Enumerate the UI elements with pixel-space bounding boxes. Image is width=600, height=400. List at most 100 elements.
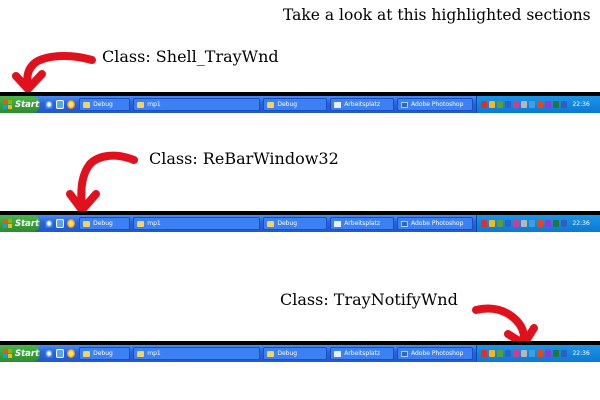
photoshop-icon	[401, 101, 408, 108]
taskbar-shell-traywnd: Start Debug mp1 Debug Arbeitsplatz Adobe…	[0, 92, 600, 113]
quick-launch	[45, 100, 76, 109]
task-button-mp1[interactable]: mp1	[133, 347, 261, 360]
quick-launch	[45, 219, 76, 228]
tray-app-icon[interactable]	[529, 220, 536, 227]
task-button-adobe-photoshop[interactable]: Adobe Photoshop	[397, 98, 474, 111]
internet-explorer-icon[interactable]	[45, 349, 54, 358]
task-button-mp1[interactable]: mp1	[133, 217, 261, 230]
internet-explorer-icon[interactable]	[45, 219, 54, 228]
computer-icon	[334, 101, 342, 108]
show-desktop-icon[interactable]	[56, 219, 65, 228]
tray-clock[interactable]: 22:36	[572, 350, 589, 357]
photoshop-icon	[401, 350, 408, 357]
tray-clock[interactable]: 22:36	[572, 220, 589, 227]
tray-app-icon[interactable]	[545, 101, 552, 108]
folder-icon	[267, 220, 275, 227]
caption-traynotifywnd: Class: TrayNotifyWnd	[280, 290, 458, 309]
computer-icon	[334, 220, 342, 227]
tray-app-icon[interactable]	[521, 220, 528, 227]
tray-app-icon[interactable]	[529, 101, 536, 108]
folder-icon	[83, 220, 91, 227]
system-tray: 22:36	[476, 345, 600, 362]
tray-app-icon[interactable]	[545, 220, 552, 227]
tray-app-icon[interactable]	[545, 350, 552, 357]
tray-app-icon[interactable]	[505, 220, 512, 227]
task-button-debug[interactable]: Debug	[79, 347, 131, 360]
taskbar-traynotifywnd: Start Debug mp1 Debug Arbeitsplatz Adobe…	[0, 341, 600, 362]
show-desktop-icon[interactable]	[56, 349, 65, 358]
tray-app-icon[interactable]	[497, 101, 504, 108]
tray-app-icon[interactable]	[553, 350, 560, 357]
tray-app-icon[interactable]	[489, 220, 496, 227]
tray-app-icon[interactable]	[481, 350, 488, 357]
start-button[interactable]: Start	[0, 215, 41, 232]
windows-logo-icon	[3, 349, 12, 358]
show-desktop-icon[interactable]	[56, 100, 65, 109]
tray-app-icon[interactable]	[505, 101, 512, 108]
red-arrow-2	[66, 151, 138, 214]
system-tray: 22:36	[476, 96, 600, 113]
task-button-debug[interactable]: Debug	[79, 98, 131, 111]
start-button[interactable]: Start	[0, 96, 41, 113]
tray-app-icon[interactable]	[489, 350, 496, 357]
tray-app-icon[interactable]	[521, 350, 528, 357]
folder-icon	[83, 350, 91, 357]
tray-app-icon[interactable]	[553, 101, 560, 108]
tray-app-icon[interactable]	[561, 101, 568, 108]
folder-icon	[83, 101, 91, 108]
photoshop-icon	[401, 220, 408, 227]
tray-app-icon[interactable]	[561, 350, 568, 357]
tray-app-icon[interactable]	[537, 101, 544, 108]
tray-app-icon[interactable]	[513, 350, 520, 357]
tray-app-icon[interactable]	[537, 220, 544, 227]
task-button-debug-2[interactable]: Debug	[263, 347, 328, 360]
caption-rebarwindow32: Class: ReBarWindow32	[149, 149, 339, 168]
windows-logo-icon	[3, 100, 12, 109]
windows-logo-icon	[3, 219, 12, 228]
task-button-debug-2[interactable]: Debug	[263, 98, 328, 111]
taskbar-rebarwindow32: Start Debug mp1 Debug Arbeitsplatz Adobe…	[0, 211, 600, 232]
media-player-icon[interactable]	[67, 100, 76, 109]
system-tray: 22:36	[476, 215, 600, 232]
task-button-arbeitsplatz[interactable]: Arbeitsplatz	[330, 217, 394, 230]
tray-app-icon[interactable]	[513, 101, 520, 108]
tray-app-icon[interactable]	[497, 350, 504, 357]
tray-app-icon[interactable]	[513, 220, 520, 227]
tray-app-icon[interactable]	[537, 350, 544, 357]
start-label: Start	[15, 348, 40, 359]
caption-shell-traywnd: Class: Shell_TrayWnd	[102, 47, 279, 66]
folder-icon	[137, 350, 145, 357]
tray-app-icon[interactable]	[497, 220, 504, 227]
tray-app-icon[interactable]	[481, 101, 488, 108]
start-button[interactable]: Start	[0, 345, 41, 362]
headline: Take a look at this highlighted sections	[283, 6, 591, 24]
tray-app-icon[interactable]	[505, 350, 512, 357]
folder-icon	[137, 220, 145, 227]
media-player-icon[interactable]	[67, 349, 76, 358]
tray-app-icon[interactable]	[553, 220, 560, 227]
task-button-debug-2[interactable]: Debug	[263, 217, 328, 230]
tray-app-icon[interactable]	[489, 101, 496, 108]
red-arrow-1	[12, 51, 96, 93]
folder-icon	[267, 101, 275, 108]
start-label: Start	[15, 218, 40, 229]
folder-icon	[267, 350, 275, 357]
task-button-adobe-photoshop[interactable]: Adobe Photoshop	[397, 217, 474, 230]
task-button-adobe-photoshop[interactable]: Adobe Photoshop	[397, 347, 474, 360]
task-button-debug[interactable]: Debug	[79, 217, 131, 230]
quick-launch	[45, 349, 76, 358]
task-button-mp1[interactable]: mp1	[133, 98, 261, 111]
folder-icon	[137, 101, 145, 108]
tray-app-icon[interactable]	[561, 220, 568, 227]
task-button-arbeitsplatz[interactable]: Arbeitsplatz	[330, 347, 394, 360]
tray-app-icon[interactable]	[529, 350, 536, 357]
tray-clock[interactable]: 22:36	[572, 101, 589, 108]
computer-icon	[334, 350, 342, 357]
tray-app-icon[interactable]	[481, 220, 488, 227]
tray-app-icon[interactable]	[521, 101, 528, 108]
tray-icons	[481, 101, 568, 108]
media-player-icon[interactable]	[67, 219, 76, 228]
internet-explorer-icon[interactable]	[45, 100, 54, 109]
tray-icons	[481, 350, 568, 357]
task-button-arbeitsplatz[interactable]: Arbeitsplatz	[330, 98, 394, 111]
